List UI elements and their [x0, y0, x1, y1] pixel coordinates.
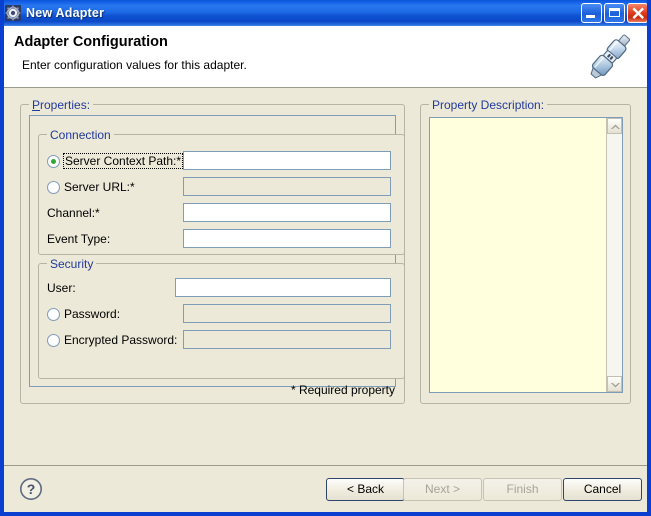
- dialog-footer: ? < Back Next > Finish Cancel: [4, 465, 647, 512]
- input-user[interactable]: [175, 278, 391, 297]
- field-row-server-url: Server URL:*: [47, 177, 135, 197]
- field-row-user: User:: [47, 278, 76, 298]
- label-user: User:: [47, 281, 76, 295]
- next-button-label: Next >: [424, 482, 460, 496]
- properties-group: Properties: Connection Server Context Pa…: [20, 98, 405, 404]
- input-server-context-path[interactable]: [183, 151, 391, 170]
- properties-legend: Properties:: [29, 98, 94, 112]
- label-server-url: Server URL:*: [64, 180, 135, 194]
- input-password: [183, 304, 391, 323]
- cancel-button[interactable]: Cancel: [563, 478, 642, 501]
- scroll-down-button[interactable]: [607, 376, 622, 392]
- back-button-label: < Back: [346, 482, 385, 496]
- property-description-legend: Property Description:: [429, 98, 548, 112]
- input-event-type[interactable]: [183, 229, 391, 248]
- radio-encrypted-password[interactable]: [47, 333, 60, 347]
- label-encrypted-password: Encrypted Password:: [64, 333, 178, 347]
- finish-button: Finish: [483, 478, 562, 501]
- chevron-down-icon: [611, 383, 620, 388]
- input-server-url: [183, 177, 391, 196]
- wizard-header: Adapter Configuration Enter configuratio…: [4, 26, 647, 88]
- close-icon: [632, 7, 644, 19]
- label-server-context-path: Server Context Path:*: [62, 153, 184, 169]
- field-row-encrypted-password: Encrypted Password:: [47, 330, 177, 350]
- label-password: Password:: [64, 307, 121, 321]
- field-row-channel: Channel:*: [47, 203, 100, 223]
- close-button[interactable]: [627, 3, 647, 23]
- svg-text:?: ?: [27, 481, 36, 497]
- radio-server-context-path[interactable]: [47, 154, 60, 168]
- radio-server-url[interactable]: [47, 180, 60, 194]
- title-bar[interactable]: New Adapter: [4, 0, 647, 26]
- finish-button-label: Finish: [506, 482, 539, 496]
- connection-group: Connection Server Context Path:* Server …: [38, 128, 405, 255]
- maximize-button[interactable]: [604, 3, 625, 23]
- chevron-up-icon: [611, 124, 620, 129]
- properties-legend-mnemonic: P: [32, 98, 41, 112]
- next-button: Next >: [403, 478, 482, 501]
- back-button[interactable]: < Back: [326, 478, 405, 501]
- dialog-body: Properties: Connection Server Context Pa…: [4, 89, 647, 465]
- properties-inner-panel: Connection Server Context Path:* Server …: [29, 115, 405, 387]
- property-description-group: Property Description:: [420, 98, 631, 404]
- input-encrypted-password: [183, 330, 391, 349]
- connection-legend: Connection: [47, 128, 114, 142]
- security-legend: Security: [47, 257, 97, 271]
- label-event-type: Event Type:: [47, 232, 111, 246]
- required-property-note: * Required property: [290, 383, 395, 397]
- gear-icon: [5, 5, 21, 21]
- field-row-event-type: Event Type:: [47, 229, 110, 249]
- help-icon[interactable]: ?: [19, 477, 43, 501]
- label-channel: Channel:*: [47, 206, 100, 220]
- minimize-button[interactable]: [581, 3, 602, 23]
- security-group: Security User: Password: Encrypted Passw…: [38, 257, 405, 379]
- plug-adapter-icon: [581, 29, 639, 84]
- window-title: New Adapter: [26, 6, 105, 20]
- property-description-area[interactable]: [429, 117, 623, 393]
- scroll-up-button[interactable]: [607, 118, 622, 134]
- properties-legend-rest: roperties:: [40, 98, 91, 112]
- page-title: Adapter Configuration: [14, 34, 168, 50]
- cancel-button-label: Cancel: [583, 482, 622, 496]
- field-row-password: Password:: [47, 304, 120, 324]
- new-adapter-dialog: New Adapter Adapter Configuration Enter …: [0, 0, 651, 516]
- input-channel[interactable]: [183, 203, 391, 222]
- radio-password[interactable]: [47, 307, 60, 321]
- page-subtitle: Enter configuration values for this adap…: [22, 58, 247, 72]
- description-scrollbar[interactable]: [606, 118, 622, 392]
- field-row-server-context-path: Server Context Path:*: [47, 151, 184, 171]
